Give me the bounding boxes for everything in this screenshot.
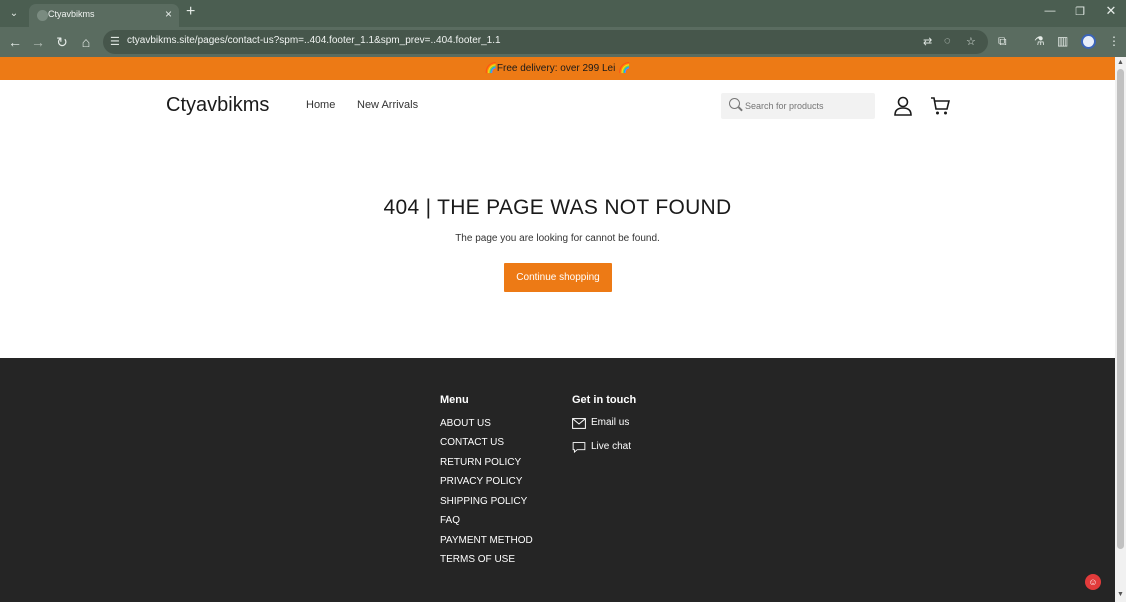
new-tab-icon[interactable]: + (186, 3, 195, 21)
restore-icon[interactable]: ❐ (1070, 5, 1090, 18)
not-found-message: The page you are looking for cannot be f… (455, 233, 660, 244)
favicon-icon (37, 10, 48, 21)
browser-tab[interactable]: Ctyavbikms × (29, 4, 179, 27)
mail-icon (572, 418, 586, 429)
footer-contact-title: Get in touch (572, 394, 637, 406)
not-found-section: 404 | THE PAGE WAS NOT FOUND The page yo… (0, 132, 1115, 358)
cart-icon[interactable] (930, 96, 950, 116)
search-icon[interactable] (729, 98, 740, 109)
side-panel-icon[interactable]: ▥ (1057, 34, 1068, 48)
nav-home[interactable]: Home (306, 99, 335, 111)
minimize-icon[interactable]: — (1040, 5, 1060, 17)
footer-link-shipping-policy[interactable]: SHIPPING POLICY (440, 496, 527, 507)
promo-banner: 🌈Free delivery: over 299 Lei 🌈 (0, 57, 1115, 80)
account-icon[interactable] (893, 96, 913, 116)
profile-avatar-icon[interactable] (1081, 34, 1096, 49)
reload-icon[interactable]: ↻ (53, 33, 71, 51)
promo-text: 🌈Free delivery: over 299 Lei 🌈 (484, 63, 631, 74)
back-icon[interactable]: ← (6, 33, 24, 51)
browser-toolbar: ← → ↻ ⌂ ☰ ctyavbikms.site/pages/contact-… (0, 27, 1126, 57)
site-info-icon[interactable]: ☰ (110, 35, 120, 48)
search-box[interactable] (721, 93, 875, 119)
tab-title: Ctyavbikms (48, 9, 95, 19)
footer-link-return-policy[interactable]: RETURN POLICY (440, 457, 521, 468)
chat-bubble-icon (572, 442, 586, 453)
footer-link-contact-us[interactable]: CONTACT US (440, 437, 504, 448)
close-tab-icon[interactable]: × (165, 7, 172, 21)
scroll-thumb[interactable] (1117, 69, 1124, 549)
email-us-label: Email us (591, 417, 630, 428)
close-window-icon[interactable]: ✕ (1101, 3, 1121, 19)
site-logo[interactable]: Ctyavbikms (166, 94, 269, 117)
forward-icon[interactable]: → (29, 33, 47, 51)
labs-icon[interactable]: ⚗ (1034, 34, 1045, 48)
live-chat-label: Live chat (591, 441, 632, 452)
site-header: Ctyavbikms Home New Arrivals (0, 80, 1115, 132)
scroll-down-icon[interactable]: ▼ (1117, 591, 1124, 598)
footer-link-payment-method[interactable]: PAYMENT METHOD (440, 535, 533, 546)
footer-link-about-us[interactable]: ABOUT US (440, 418, 491, 429)
more-menu-icon[interactable]: ⋮ (1108, 34, 1120, 48)
footer-link-privacy-policy[interactable]: PRIVACY POLICY (440, 476, 522, 487)
continue-shopping-button[interactable]: Continue shopping (504, 263, 612, 292)
tab-search-chevron-icon[interactable]: ⌄ (5, 5, 23, 23)
page-scrollbar[interactable]: ▲ ▼ (1115, 57, 1126, 602)
browser-tab-bar: ⌄ Ctyavbikms × + — ❐ ✕ (0, 0, 1126, 27)
url-text[interactable]: ctyavbikms.site/pages/contact-us?spm=..4… (127, 35, 501, 46)
extensions-icon[interactable]: ⧉ (998, 34, 1007, 49)
support-widget-icon[interactable]: ☺ (1085, 574, 1101, 590)
scroll-up-icon[interactable]: ▲ (1117, 59, 1124, 66)
bookmark-star-icon[interactable]: ☆ (966, 35, 976, 48)
footer-menu-title: Menu (440, 394, 469, 406)
page-title: 404 | THE PAGE WAS NOT FOUND (383, 196, 732, 219)
footer-link-faq[interactable]: FAQ (440, 515, 460, 526)
footer-link-terms-of-use[interactable]: TERMS OF USE (440, 554, 515, 565)
home-icon[interactable]: ⌂ (77, 33, 95, 51)
eye-off-icon[interactable]: ◌ (944, 35, 951, 47)
address-bar[interactable]: ☰ ctyavbikms.site/pages/contact-us?spm=.… (103, 30, 988, 54)
nav-new-arrivals[interactable]: New Arrivals (357, 99, 418, 111)
search-input[interactable] (745, 99, 865, 113)
site-footer: Menu ABOUT US CONTACT US RETURN POLICY P… (0, 358, 1115, 602)
translate-icon[interactable]: ⇄ (923, 35, 932, 48)
